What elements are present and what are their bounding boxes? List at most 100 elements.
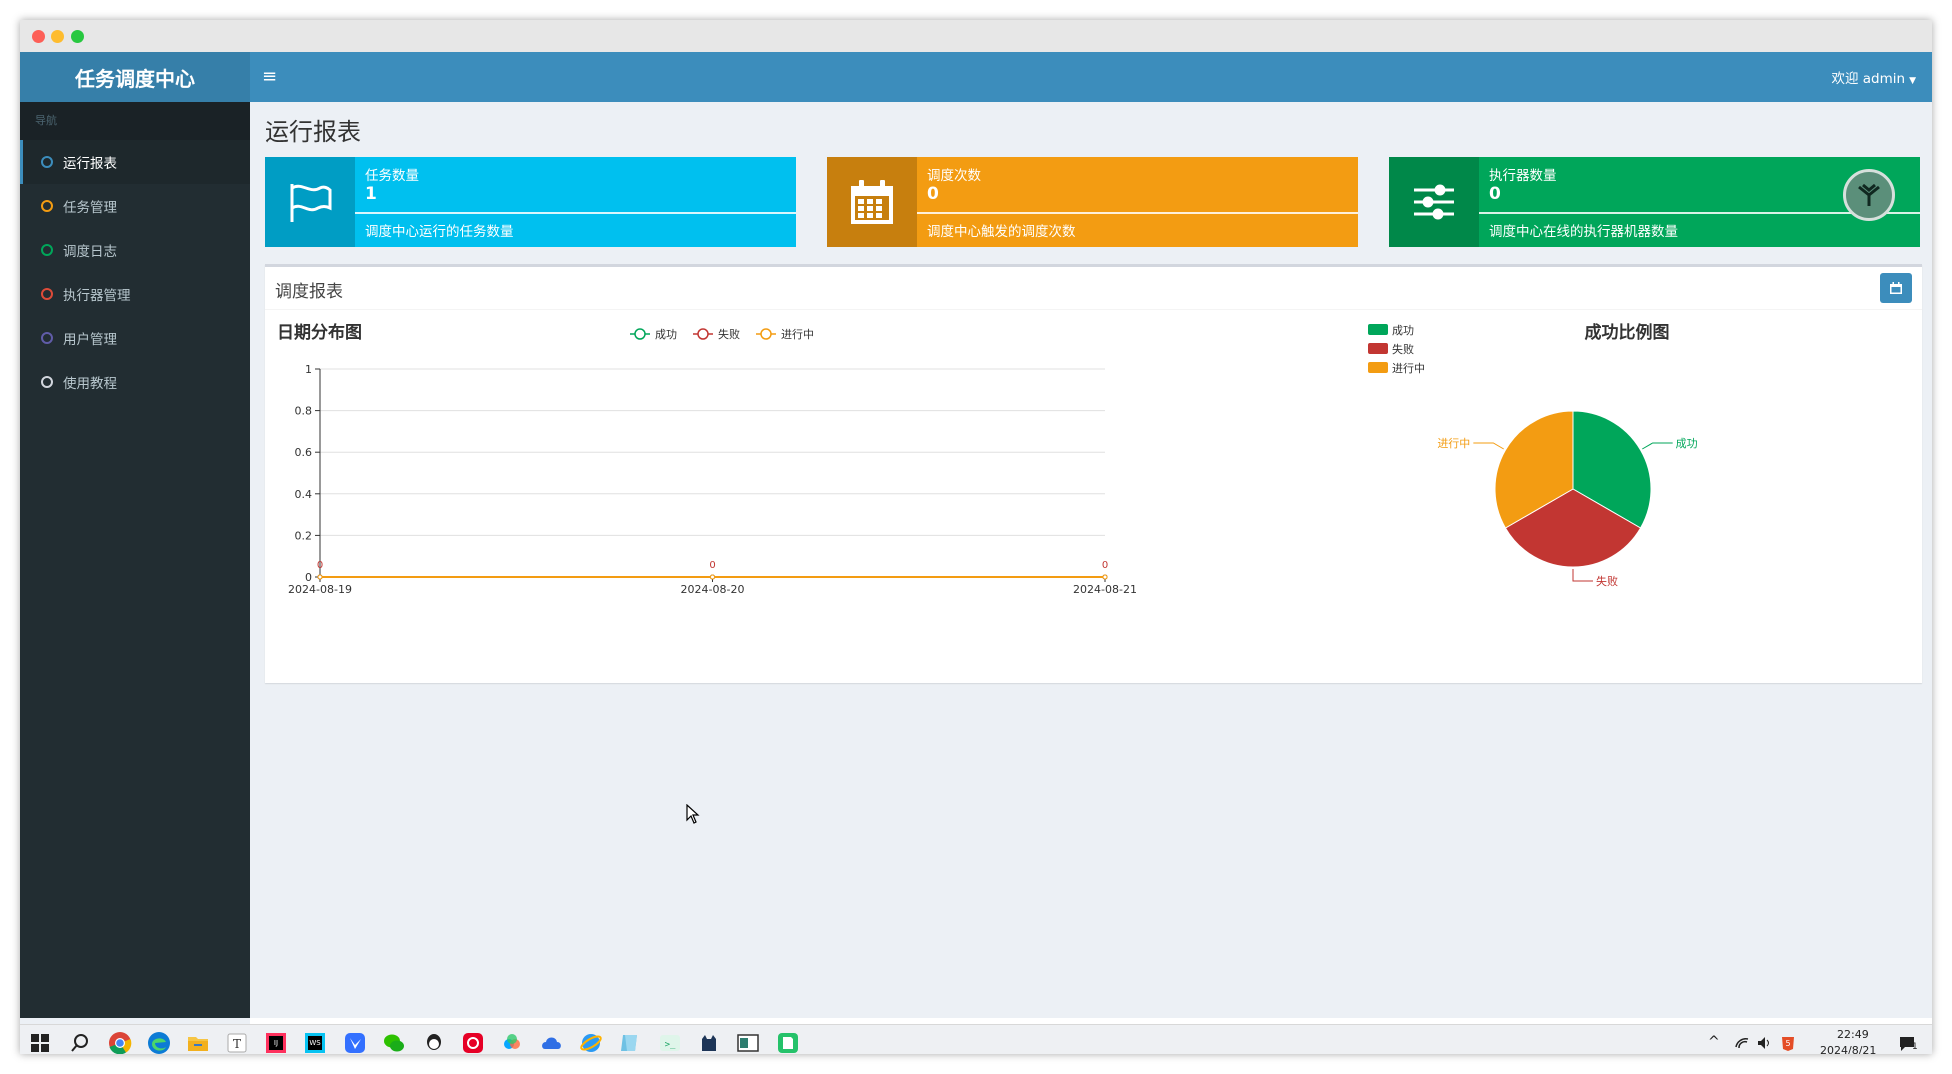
info-box-number: 0	[1489, 184, 1501, 204]
sidebar-item-label: 用户管理	[63, 332, 117, 348]
sidebar-item-schedule-log[interactable]: 调度日志	[20, 228, 250, 272]
svg-text:WS: WS	[309, 1039, 321, 1047]
maximize-window-button[interactable]	[71, 30, 84, 43]
flag-icon	[265, 157, 355, 247]
pie-label: 进行中	[1437, 437, 1470, 450]
chrome-icon[interactable]	[108, 1031, 132, 1054]
app-logo[interactable]: 任务调度中心	[20, 52, 250, 102]
legend-item[interactable]: 进行中	[756, 328, 814, 341]
terminal-app-icon[interactable]: >_	[658, 1031, 682, 1054]
baidu-netdisk-icon[interactable]	[500, 1031, 524, 1054]
sidebar-item-label: 执行器管理	[63, 288, 131, 304]
info-box-task-count: 任务数量 1 调度中心运行的任务数量	[265, 157, 796, 247]
pie-label: 成功	[1676, 437, 1698, 450]
info-box-executor-count: 执行器数量 0 调度中心在线的执行器机器数量	[1389, 157, 1920, 247]
clock-date[interactable]: 2024/8/21	[1820, 1044, 1876, 1054]
y-tick-label: 0.4	[295, 488, 313, 501]
legend-item[interactable]: 失败	[1368, 342, 1414, 356]
cloud-drive-icon[interactable]	[540, 1031, 564, 1054]
caret-down-icon: ▼	[1909, 76, 1916, 86]
sidebar-item-tutorial[interactable]: 使用教程	[20, 360, 250, 404]
info-box-title: 调度次数	[927, 168, 981, 184]
sidebar-item-label: 使用教程	[63, 376, 117, 392]
legend-swatch	[1368, 343, 1388, 354]
windows-taskbar: T IJ WS >_ ^ 5 22:49 2024/8/21 1	[20, 1024, 1932, 1054]
circle-icon	[41, 200, 53, 212]
info-box-schedule-count: 调度次数 0 调度中心触发的调度次数	[827, 157, 1358, 247]
pie-label-line	[1572, 569, 1593, 582]
sidebar-item-user-management[interactable]: 用户管理	[20, 316, 250, 360]
legend-item[interactable]: 成功	[1368, 324, 1414, 337]
clock-time[interactable]: 22:49	[1837, 1028, 1869, 1041]
info-box-description: 调度中心在线的执行器机器数量	[1489, 224, 1678, 240]
qq-icon[interactable]	[422, 1031, 446, 1054]
notes-app-icon[interactable]	[618, 1031, 642, 1054]
calendar-icon	[827, 157, 917, 247]
windows-start-icon[interactable]	[28, 1031, 52, 1054]
pie-label-line	[1473, 442, 1504, 450]
browser-window: 任务调度中心 导航 运行报表 任务管理 调度日志 执行器管理 用户管理 使用教程…	[20, 20, 1932, 1054]
notification-count: 1	[1912, 1042, 1918, 1052]
sliders-icon	[1389, 157, 1479, 247]
user-menu[interactable]: 欢迎 admin ▼	[1831, 67, 1916, 87]
info-box-number: 0	[927, 184, 939, 204]
cat-app-icon[interactable]	[697, 1031, 721, 1054]
y-tick-label: 1	[305, 363, 312, 376]
window-manager-icon[interactable]	[736, 1031, 760, 1054]
netease-music-icon[interactable]	[461, 1031, 485, 1054]
legend-item[interactable]: 进行中	[1368, 362, 1425, 375]
search-icon[interactable]	[68, 1031, 92, 1054]
wechat-icon[interactable]	[382, 1031, 406, 1054]
legend-label: 成功	[655, 328, 677, 341]
panel-title: 调度报表	[275, 282, 343, 302]
circle-icon	[41, 244, 53, 256]
legend-swatch	[1368, 362, 1388, 373]
edge-icon[interactable]	[147, 1031, 171, 1054]
legend-marker	[760, 328, 772, 340]
intellij-idea-icon[interactable]: IJ	[264, 1031, 288, 1054]
info-box-number: 1	[365, 184, 377, 204]
svg-text:>_: >_	[665, 1040, 676, 1050]
success-ratio-chart: 成功失败进行中 成功比例图 成功失败进行中	[1368, 322, 1698, 588]
data-point	[317, 574, 323, 580]
minimize-window-button[interactable]	[51, 30, 64, 43]
date-distribution-chart: 日期分布图 成功 失败 进行中 0 0.2 0.4 0.6 0.8 1 2024-08-19 20…	[277, 322, 1137, 596]
top-header: ≡ 欢迎 admin ▼	[250, 52, 1932, 102]
extension-badge-icon[interactable]	[1843, 169, 1895, 221]
legend-label: 失败	[1392, 342, 1414, 356]
pie-label-line	[1642, 442, 1673, 450]
x-tick-label: 2024-08-19	[288, 583, 352, 596]
wifi-icon[interactable]	[1734, 1035, 1750, 1051]
legend-label: 进行中	[1392, 362, 1425, 375]
feishu-icon[interactable]	[343, 1031, 367, 1054]
sidebar-item-executor-management[interactable]: 执行器管理	[20, 272, 250, 316]
date-range-button[interactable]	[1880, 273, 1912, 303]
data-point	[710, 574, 715, 580]
file-explorer-icon[interactable]	[186, 1031, 210, 1054]
sidebar: 任务调度中心 导航 运行报表 任务管理 调度日志 执行器管理 用户管理 使用教程	[20, 52, 250, 1018]
input-method-icon[interactable]: 5	[1779, 1034, 1797, 1052]
nav-header: 导航	[20, 102, 250, 140]
sidebar-item-task-management[interactable]: 任务管理	[20, 184, 250, 228]
legend-item[interactable]: 成功	[630, 328, 677, 341]
webstorm-icon[interactable]: WS	[303, 1031, 327, 1054]
legend-item[interactable]: 失败	[693, 327, 740, 341]
data-label: 0	[1102, 560, 1108, 571]
close-window-button[interactable]	[32, 30, 45, 43]
chart-title: 成功比例图	[1585, 322, 1670, 343]
svg-text:T: T	[233, 1037, 241, 1051]
legend-label: 成功	[1392, 324, 1414, 337]
sidebar-item-label: 任务管理	[63, 200, 117, 216]
typora-icon[interactable]: T	[225, 1031, 249, 1054]
legend-label: 进行中	[781, 328, 814, 341]
circle-icon	[41, 288, 53, 300]
sidebar-toggle-icon[interactable]: ≡	[262, 66, 277, 87]
circle-icon	[41, 376, 53, 388]
browser-icon[interactable]	[579, 1031, 603, 1054]
volume-icon[interactable]	[1756, 1035, 1772, 1051]
green-app-icon[interactable]	[776, 1031, 800, 1054]
sidebar-item-run-report[interactable]: 运行报表	[20, 140, 250, 184]
progress-bar	[917, 212, 1358, 214]
tray-overflow-icon[interactable]: ^	[1708, 1034, 1720, 1050]
legend-marker	[697, 328, 709, 340]
